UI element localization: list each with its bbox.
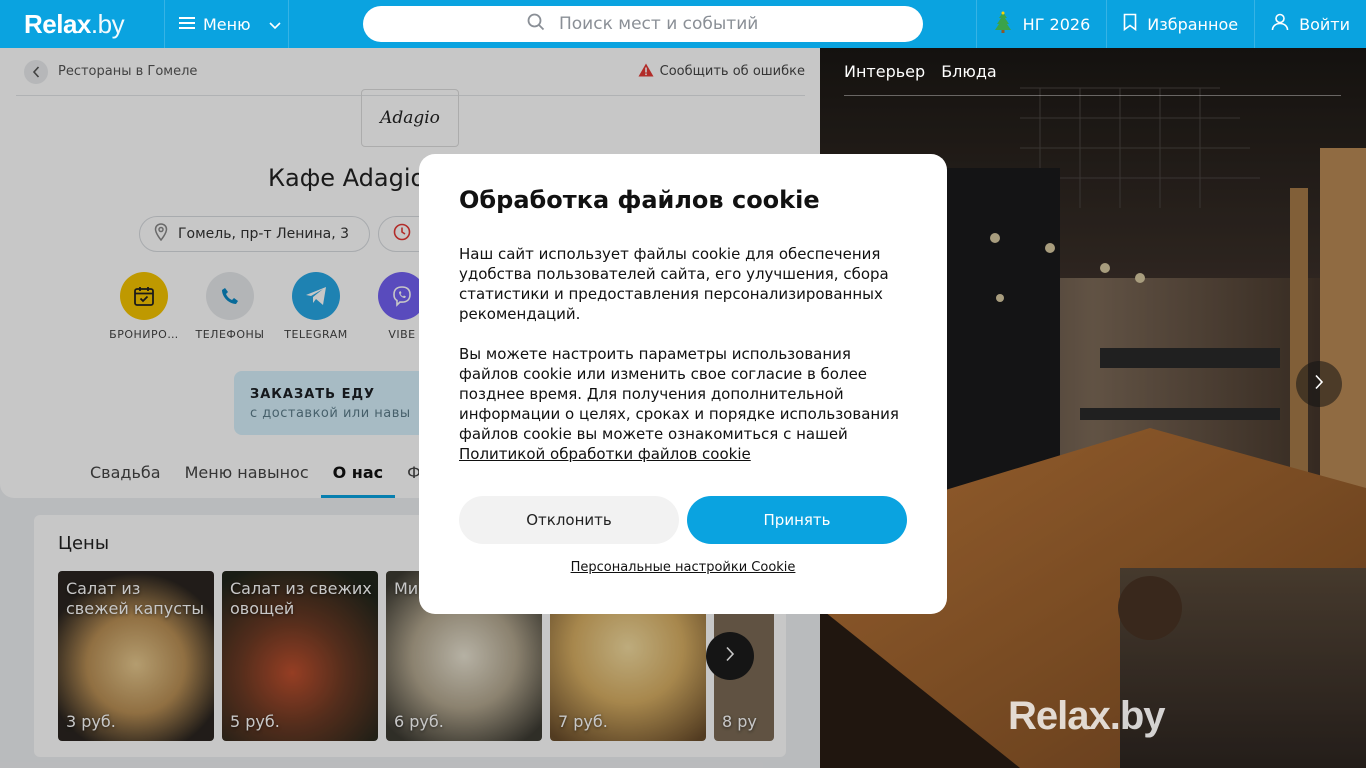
site-logo[interactable]: Relax .by — [0, 0, 164, 48]
cookie-dialog-buttons: Отклонить Принять — [459, 496, 907, 544]
favorites-label: Избранное — [1147, 14, 1239, 34]
photo-watermark: Relax.by — [1008, 694, 1166, 738]
login-label: Войти — [1299, 14, 1350, 34]
christmas-tree-icon — [993, 11, 1013, 37]
menu-label: Меню — [203, 14, 251, 34]
personal-cookie-settings-link[interactable]: Персональные настройки Cookie — [459, 560, 907, 575]
cookie-paragraph-1: Наш сайт использует файлы cookie для обе… — [459, 245, 889, 323]
divider — [844, 95, 1341, 96]
cookie-dialog-title: Обработка файлов cookie — [459, 186, 820, 214]
photo-tab-interior[interactable]: Интерьер — [844, 62, 925, 81]
decline-button[interactable]: Отклонить — [459, 496, 679, 544]
cookie-policy-link[interactable]: Политикой обработки файлов cookie — [459, 445, 751, 463]
search-placeholder: Поиск мест и событий — [559, 14, 759, 34]
top-bar: Relax .by Меню Поиск мест и событий НГ 20… — [0, 0, 1366, 48]
photo-tab-dishes[interactable]: Блюда — [941, 62, 997, 81]
search-input[interactable]: Поиск мест и событий — [363, 6, 923, 42]
new-year-label: НГ 2026 — [1022, 14, 1091, 34]
accept-button[interactable]: Принять — [687, 496, 907, 544]
logo-tld: .by — [90, 8, 125, 39]
chevron-right-icon — [1314, 374, 1324, 394]
chevron-down-icon — [269, 15, 281, 34]
favorites-link[interactable]: Избранное — [1106, 0, 1254, 48]
hamburger-icon — [179, 15, 195, 34]
cookie-paragraph-2-text: Вы можете настроить параметры использова… — [459, 345, 899, 443]
search-icon — [527, 13, 545, 36]
photo-tabs: Интерьер Блюда — [844, 62, 997, 81]
logo-text: Relax — [24, 8, 91, 39]
new-year-link[interactable]: НГ 2026 — [975, 0, 1107, 48]
bookmark-icon — [1123, 13, 1137, 35]
photo-next-button[interactable] — [1296, 361, 1342, 407]
cookie-dialog: Обработка файлов cookie Наш сайт использ… — [419, 154, 947, 614]
cookie-paragraph-2: Вы можете настроить параметры использова… — [459, 344, 907, 464]
menu-button[interactable]: Меню — [164, 0, 289, 48]
login-link[interactable]: Войти — [1254, 0, 1366, 48]
user-icon — [1271, 13, 1289, 35]
